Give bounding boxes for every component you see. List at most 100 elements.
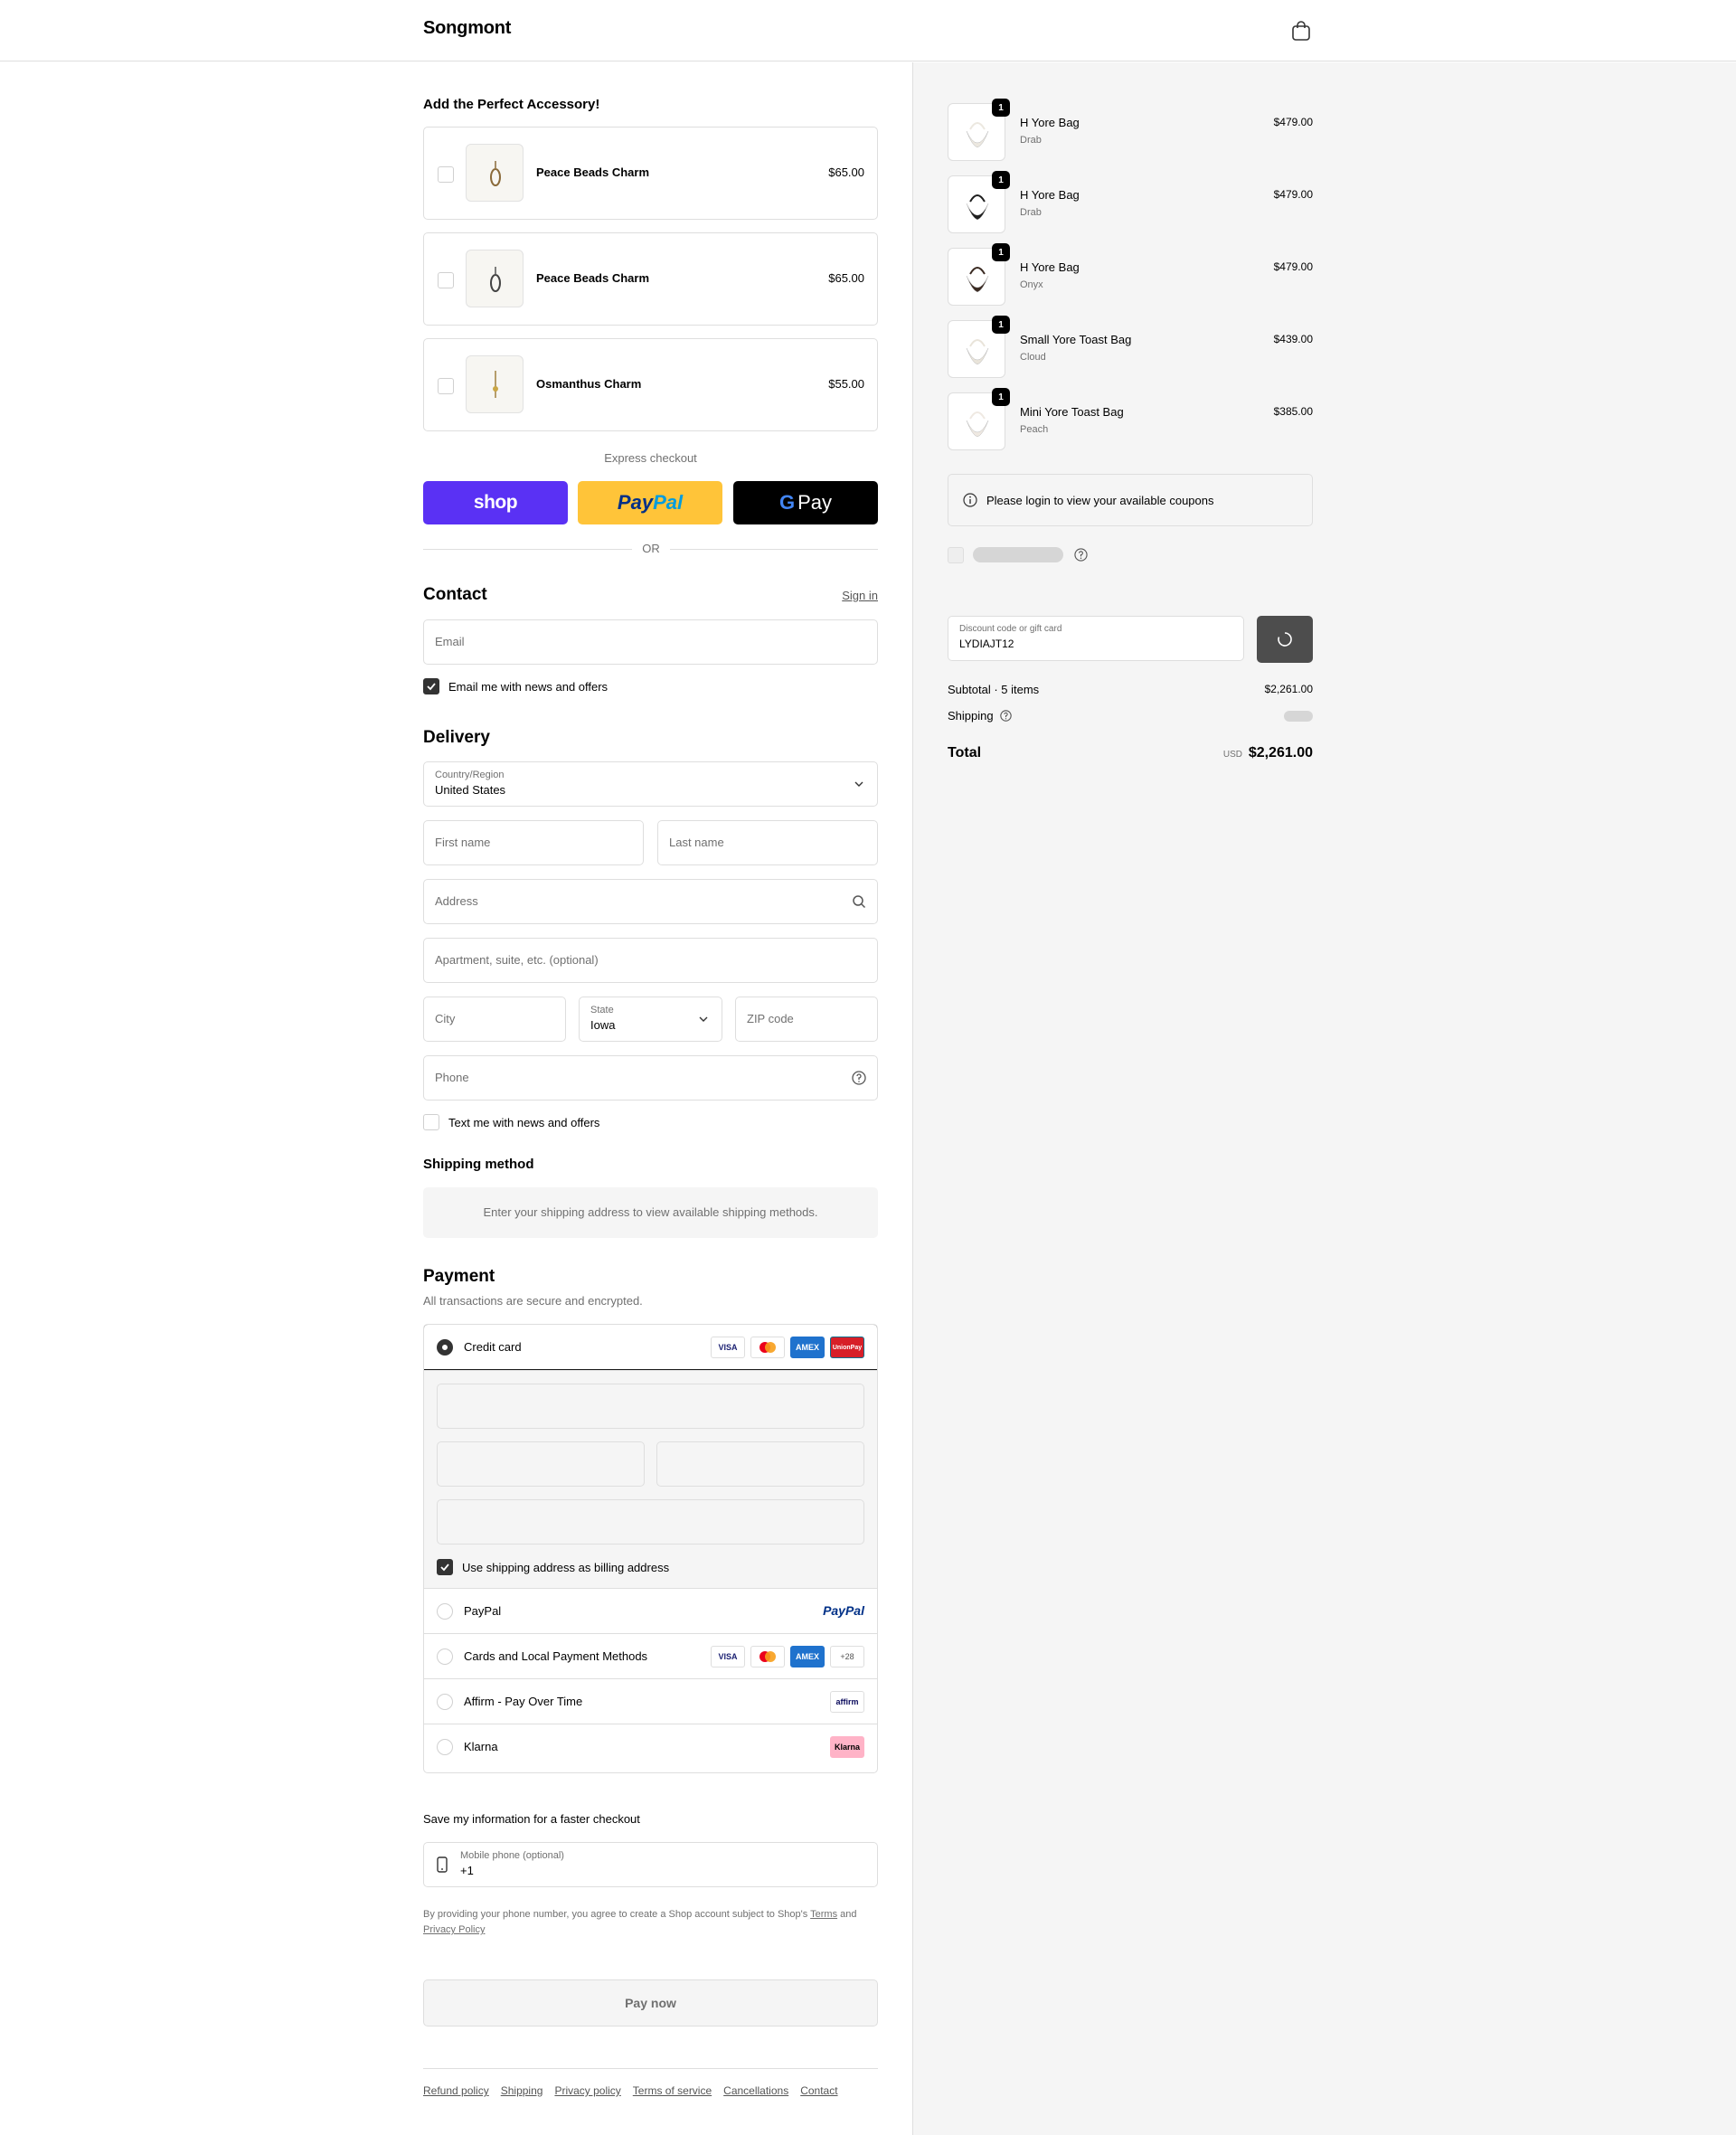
shipping-label: Shipping: [948, 709, 994, 723]
footer-cancellations-link[interactable]: Cancellations: [723, 2084, 788, 2097]
email-field[interactable]: Email: [423, 619, 878, 665]
accessory-checkbox[interactable]: [438, 378, 454, 394]
amex-icon: AMEX: [790, 1337, 825, 1358]
payment-option-cards-local[interactable]: Cards and Local Payment Methods VISA AME…: [424, 1633, 877, 1678]
accessory-image: [466, 250, 524, 307]
terms-notice: By providing your phone number, you agre…: [423, 1907, 878, 1938]
text-news-checkbox-row[interactable]: Text me with news and offers: [423, 1114, 599, 1130]
text-news-checkbox[interactable]: [423, 1114, 439, 1130]
subtotal-row: Subtotal · 5 items $2,261.00: [948, 683, 1313, 696]
card-cvv-field[interactable]: [656, 1441, 864, 1487]
contact-title: Contact: [423, 585, 487, 604]
country-value: United States: [435, 783, 506, 797]
mobile-phone-field[interactable]: Mobile phone (optional) +1: [423, 1842, 878, 1887]
apartment-placeholder: Apartment, suite, etc. (optional): [435, 953, 599, 967]
card-expiry-field[interactable]: [437, 1441, 645, 1487]
affirm-radio[interactable]: [437, 1693, 453, 1710]
google-pay-button[interactable]: G Pay: [733, 481, 878, 524]
quantity-badge: 1: [992, 316, 1010, 334]
total-label: Total: [948, 745, 982, 760]
apply-discount-button[interactable]: [1257, 616, 1313, 663]
credit-card-radio[interactable]: [437, 1338, 453, 1356]
country-select[interactable]: Country/Region United States: [423, 761, 878, 807]
accessory-card[interactable]: Peace Beads Charm $65.00: [423, 232, 878, 326]
discount-code-field[interactable]: Discount code or gift card LYDIAJT12: [948, 616, 1244, 661]
paypal-radio[interactable]: [437, 1602, 453, 1620]
product-image: 1: [948, 388, 1010, 450]
billing-checkbox[interactable]: [437, 1559, 453, 1575]
billing-checkbox-row[interactable]: Use shipping address as billing address: [437, 1559, 669, 1575]
shopping-bag-icon[interactable]: [1291, 20, 1311, 42]
accessory-image: [466, 355, 524, 413]
card-number-field[interactable]: [437, 1384, 864, 1429]
product-image: 1: [948, 316, 1010, 378]
state-value: Iowa: [590, 1018, 616, 1032]
payment-option-credit-card[interactable]: Credit card VISA AMEX UnionPay: [424, 1325, 877, 1370]
sign-in-link[interactable]: Sign in: [842, 589, 878, 602]
city-placeholder: City: [435, 1012, 456, 1025]
help-icon[interactable]: [1000, 710, 1012, 722]
footer-contact-link[interactable]: Contact: [800, 2084, 837, 2097]
google-icon: G: [778, 491, 796, 514]
last-name-field[interactable]: Last name: [657, 820, 878, 865]
payment-option-affirm[interactable]: Affirm - Pay Over Time affirm: [424, 1678, 877, 1724]
first-name-field[interactable]: First name: [423, 820, 644, 865]
terms-link[interactable]: Terms: [810, 1909, 837, 1920]
privacy-policy-link[interactable]: Privacy Policy: [423, 1924, 485, 1935]
cart-line-item: 1 Small Yore Toast Bag Cloud $439.00: [948, 316, 1313, 378]
phone-field[interactable]: Phone: [423, 1055, 878, 1101]
accessory-checkbox[interactable]: [438, 272, 454, 288]
footer-shipping-link[interactable]: Shipping: [501, 2084, 543, 2097]
payment-options: Credit card VISA AMEX UnionPay Use shipp…: [423, 1324, 878, 1773]
unionpay-icon: UnionPay: [830, 1337, 864, 1358]
email-news-checkbox[interactable]: [423, 678, 439, 694]
help-icon[interactable]: [852, 1071, 866, 1085]
accessory-checkbox[interactable]: [438, 166, 454, 183]
amex-icon: AMEX: [790, 1646, 825, 1667]
card-name-field[interactable]: [437, 1499, 864, 1545]
paypal-label-pay: Pay: [617, 491, 654, 514]
product-variant: Drab: [1020, 135, 1042, 146]
zip-field[interactable]: ZIP code: [735, 997, 878, 1042]
pay-now-button[interactable]: Pay now: [423, 1979, 878, 2026]
accessory-price: $55.00: [828, 377, 864, 391]
product-variant: Cloud: [1020, 352, 1046, 363]
product-name: H Yore Bag: [1020, 116, 1080, 129]
footer-terms-link[interactable]: Terms of service: [633, 2084, 712, 2097]
info-icon: [963, 493, 977, 507]
or-label: OR: [632, 542, 670, 555]
product-price: $385.00: [1273, 405, 1313, 418]
footer-privacy-policy-link[interactable]: Privacy policy: [554, 2084, 620, 2097]
quantity-badge: 1: [992, 171, 1010, 189]
text-news-label: Text me with news and offers: [448, 1115, 600, 1129]
apartment-field[interactable]: Apartment, suite, etc. (optional): [423, 938, 878, 983]
phone-placeholder: Phone: [435, 1071, 469, 1084]
product-variant: Onyx: [1020, 279, 1043, 290]
city-field[interactable]: City: [423, 997, 566, 1042]
paypal-button[interactable]: Pay Pal: [578, 481, 722, 524]
klarna-radio[interactable]: [437, 1738, 453, 1755]
loading-checkbox-placeholder: [948, 547, 964, 563]
accessory-card[interactable]: Peace Beads Charm $65.00: [423, 127, 878, 220]
accessory-card[interactable]: Osmanthus Charm $55.00: [423, 338, 878, 431]
total-value: $2,261.00: [1248, 745, 1313, 760]
google-pay-label: Pay: [797, 491, 833, 514]
shipping-method-message: Enter your shipping address to view avai…: [423, 1187, 878, 1238]
help-icon[interactable]: [1074, 548, 1088, 562]
payment-option-klarna[interactable]: Klarna Klarna: [424, 1724, 877, 1769]
last-name-placeholder: Last name: [669, 836, 724, 849]
payment-option-paypal[interactable]: PayPal PayPal: [424, 1588, 877, 1633]
product-price: $439.00: [1273, 333, 1313, 345]
address-field[interactable]: Address: [423, 879, 878, 924]
product-name: H Yore Bag: [1020, 260, 1080, 274]
brand-logo[interactable]: Songmont: [423, 18, 511, 39]
state-select[interactable]: State Iowa: [579, 997, 722, 1042]
footer-refund-policy-link[interactable]: Refund policy: [423, 2084, 489, 2097]
email-placeholder: Email: [435, 635, 465, 648]
quantity-badge: 1: [992, 388, 1010, 406]
cart-line-item: 1 Mini Yore Toast Bag Peach $385.00: [948, 388, 1313, 450]
email-news-checkbox-row[interactable]: Email me with news and offers: [423, 678, 608, 694]
shop-pay-button[interactable]: shop: [423, 481, 568, 524]
cards-local-radio[interactable]: [437, 1648, 453, 1665]
payment-subtitle: All transactions are secure and encrypte…: [423, 1294, 643, 1308]
